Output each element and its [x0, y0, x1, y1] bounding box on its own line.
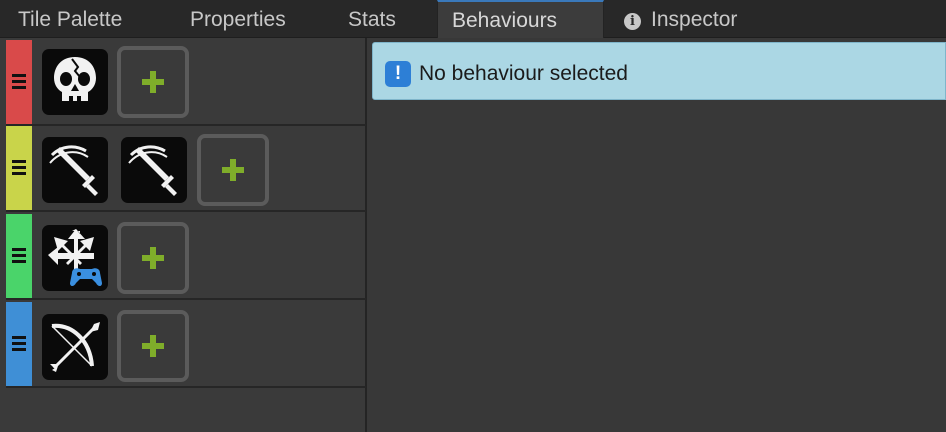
info-notice: ! No behaviour selected: [372, 42, 946, 100]
drag-handle-icon: [12, 74, 26, 92]
behaviour-row-red: [6, 40, 366, 126]
tab-label: Stats: [348, 8, 396, 31]
drag-handle[interactable]: [6, 302, 32, 386]
tab-tile-palette[interactable]: Tile Palette: [4, 0, 136, 38]
skull-icon[interactable]: [42, 49, 108, 115]
behaviour-row-green: [6, 214, 366, 300]
tab-bar: Tile Palette Properties Stats Behaviours…: [0, 0, 946, 38]
add-behaviour-button[interactable]: [117, 310, 189, 382]
tab-inspector[interactable]: i Inspector: [610, 0, 751, 38]
tab-label: Properties: [190, 8, 286, 31]
behaviour-detail-panel: ! No behaviour selected: [368, 38, 946, 432]
drag-handle-icon: [12, 160, 26, 178]
exclamation-icon: !: [385, 61, 411, 87]
plus-icon-vertical: [150, 335, 156, 357]
tab-stats[interactable]: Stats: [334, 0, 410, 38]
drag-handle[interactable]: [6, 126, 32, 210]
plus-icon-vertical: [150, 247, 156, 269]
plus-icon-vertical: [230, 159, 236, 181]
behaviour-row-blue: [6, 302, 366, 388]
drag-handle[interactable]: [6, 214, 32, 298]
tab-label: Behaviours: [452, 9, 558, 32]
drag-handle-icon: [12, 336, 26, 354]
behaviour-list-panel: [0, 38, 367, 432]
add-behaviour-button[interactable]: [117, 222, 189, 294]
tab-behaviours[interactable]: Behaviours: [437, 0, 604, 38]
behaviour-row-yellow: [6, 126, 366, 212]
move-gamepad-icon[interactable]: [42, 225, 108, 291]
sword-slash-icon[interactable]: [42, 137, 108, 203]
info-icon: i: [624, 13, 641, 30]
bow-arrow-icon[interactable]: [42, 314, 108, 380]
drag-handle-icon: [12, 248, 26, 266]
tab-label: Inspector: [651, 8, 738, 31]
add-behaviour-button[interactable]: [197, 134, 269, 206]
tab-properties[interactable]: Properties: [176, 0, 300, 38]
notice-message: No behaviour selected: [419, 62, 628, 85]
drag-handle[interactable]: [6, 40, 32, 124]
tab-label: Tile Palette: [18, 8, 123, 31]
sword-slash-icon[interactable]: [121, 137, 187, 203]
plus-icon-vertical: [150, 71, 156, 93]
add-behaviour-button[interactable]: [117, 46, 189, 118]
